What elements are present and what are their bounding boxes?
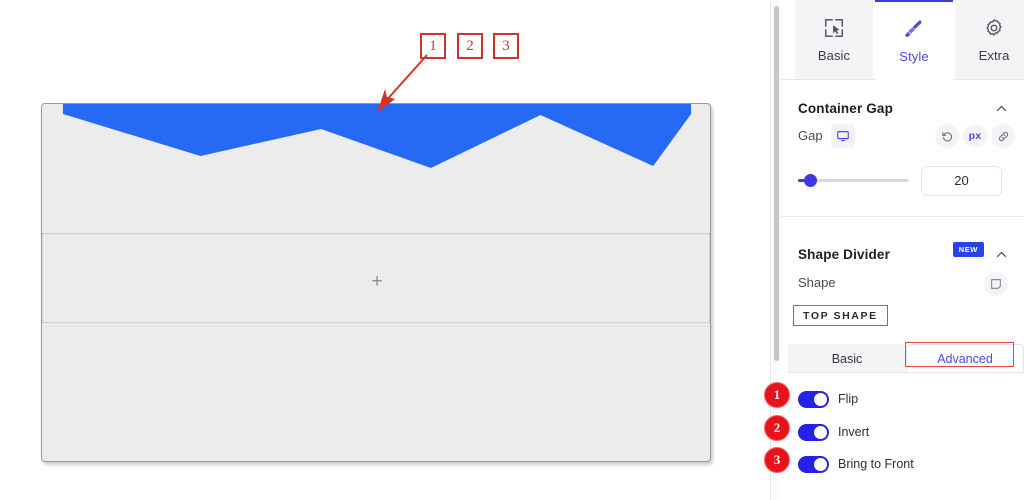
option-row-bring-to-front: Bring to Front xyxy=(771,452,1024,482)
shape-divider-title: Shape Divider xyxy=(798,246,890,262)
gear-icon xyxy=(986,19,1002,36)
tab-extra-label: Extra xyxy=(978,48,1010,63)
invert-toggle[interactable] xyxy=(798,424,829,441)
bring-to-front-label: Bring to Front xyxy=(838,457,914,471)
bring-to-front-toggle[interactable] xyxy=(798,456,829,473)
shape-square-icon[interactable] xyxy=(984,272,1008,296)
tab-style[interactable]: Style xyxy=(875,0,953,80)
option-row-invert: Invert xyxy=(771,420,1024,450)
invert-label: Invert xyxy=(838,425,870,439)
toggle-knob xyxy=(814,393,827,406)
option-row-flip: Flip xyxy=(771,387,1024,417)
chevron-up-icon[interactable] xyxy=(995,102,1008,115)
tab-extra[interactable]: Extra xyxy=(955,0,1024,80)
tab-style-label: Style xyxy=(899,49,929,64)
shape-control-row: Shape xyxy=(771,272,1024,298)
new-badge: NEW xyxy=(952,242,984,257)
annotation-box-2: 2 xyxy=(457,33,483,59)
ghost-guide-line xyxy=(42,326,710,327)
subtab-advanced[interactable]: Advanced xyxy=(906,344,1024,373)
add-widget-icon[interactable]: + xyxy=(368,272,386,291)
gap-control-row: Gap px xyxy=(771,124,1024,152)
unit-selector[interactable]: px xyxy=(963,124,987,148)
unit-label: px xyxy=(968,130,982,142)
panel-scrollbar-thumb[interactable] xyxy=(774,6,779,361)
top-shape-tag: TOP SHAPE xyxy=(793,305,888,326)
toggle-knob xyxy=(814,426,827,439)
panel-tabs: Basic Style Extra xyxy=(781,0,1024,80)
subtabs-baseline xyxy=(788,372,1024,373)
container-gap-title: Container Gap xyxy=(798,100,893,116)
shape-divider-header[interactable]: Shape Divider NEW xyxy=(771,234,1024,274)
gap-slider[interactable] xyxy=(798,170,909,192)
flip-toggle[interactable] xyxy=(798,391,829,408)
flip-label: Flip xyxy=(838,392,859,406)
annotation-badge-3: 3 xyxy=(764,447,790,473)
reset-icon[interactable] xyxy=(935,124,959,148)
shape-label: Shape xyxy=(798,275,836,290)
section-divider xyxy=(781,216,1024,217)
annotation-box-3: 3 xyxy=(493,33,519,59)
tab-basic[interactable]: Basic xyxy=(795,0,873,80)
subtab-basic[interactable]: Basic xyxy=(788,344,906,373)
desktop-icon[interactable] xyxy=(831,124,855,148)
shape-subtabs: Basic Advanced xyxy=(788,342,1024,373)
editor-canvas: + 1 2 3 xyxy=(0,0,770,500)
toggle-knob xyxy=(814,458,827,471)
tab-basic-label: Basic xyxy=(817,48,851,63)
annotation-arrow-icon xyxy=(377,54,428,113)
chevron-up-icon[interactable] xyxy=(995,248,1008,261)
link-icon[interactable] xyxy=(991,124,1015,148)
annotation-badge-1: 1 xyxy=(764,382,790,408)
gap-slider-knob[interactable] xyxy=(804,174,817,187)
paintbrush-icon xyxy=(905,20,922,37)
style-settings-panel: Basic Style Extra Container Gap Gap px 2… xyxy=(770,0,1024,500)
annotation-badge-2: 2 xyxy=(764,415,790,441)
gap-value-input[interactable]: 20 xyxy=(921,166,1002,196)
container-gap-header[interactable]: Container Gap xyxy=(771,88,1024,128)
gap-label: Gap xyxy=(798,128,823,143)
cursor-select-icon xyxy=(825,19,843,37)
